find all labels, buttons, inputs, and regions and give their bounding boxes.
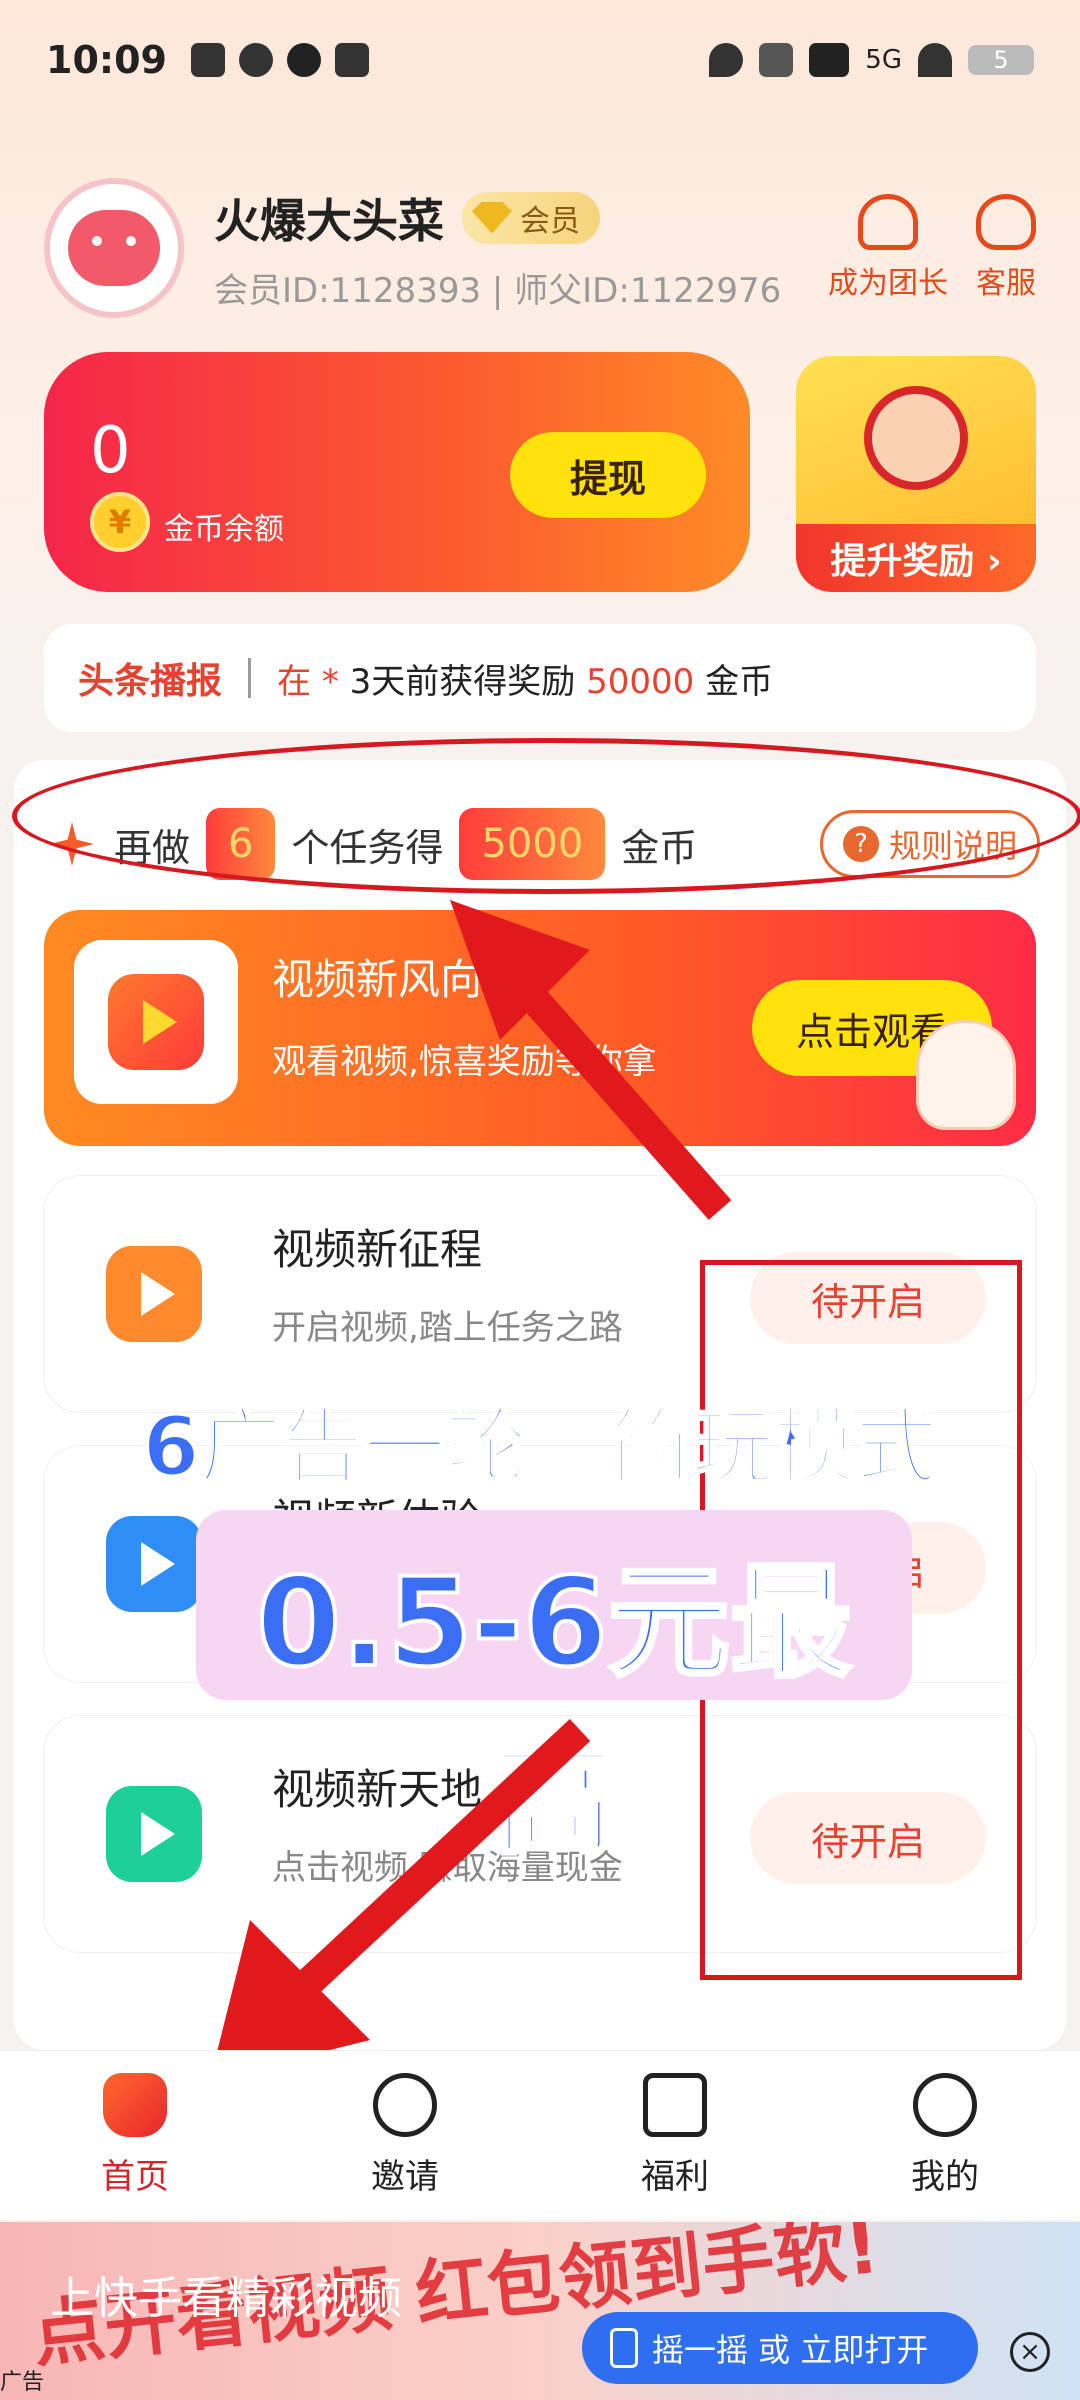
task-subtitle: 开启视频,踏上任务之路 <box>272 1308 623 1348</box>
play-icon <box>106 1246 202 1342</box>
pointing-hand-icon <box>916 1020 1016 1130</box>
overlay-headline: 0.5-6元最高 <box>254 1550 854 1873</box>
featured-task-card[interactable]: 视频新风向 观看视频,惊喜奖励等你拿 点击观看 <box>44 910 1036 1146</box>
god-of-wealth-icon <box>864 386 968 490</box>
network-label: 5G <box>865 45 902 75</box>
nav-welfare-label: 福利 <box>641 2157 709 2197</box>
balance-card: 0 ¥ 金币余额 提现 <box>44 352 750 592</box>
user-ids: 会员ID:1128393 | 师父ID:1122976 <box>214 270 782 311</box>
tiktok-icon <box>334 43 369 77</box>
nav-home-label: 首页 <box>101 2157 169 2197</box>
headset-icon <box>976 194 1036 250</box>
ticker-suffix: 金币 <box>694 661 774 702</box>
hd-icon <box>809 43 850 77</box>
status-bar: 10:09 5G 5 <box>0 0 1080 120</box>
annotation-ellipse <box>12 738 1080 894</box>
ticker-text: 在 * 3天前获得奖励 50000 金币 <box>277 654 773 703</box>
wallet-icon <box>190 43 225 77</box>
profile-info: 火爆大头菜 会员 会员ID:1128393 | 师父ID:1122976 <box>214 185 781 312</box>
location-icon <box>709 43 744 77</box>
news-ticker[interactable]: 头条播报 在 * 3天前获得奖励 50000 金币 <box>44 624 1036 732</box>
mute-icon <box>759 43 794 77</box>
coin-icon: ¥ <box>90 492 150 552</box>
become-leader-button[interactable]: 成为团长 <box>828 194 948 302</box>
nav-welfare[interactable]: 福利 <box>540 2051 810 2220</box>
ticker-prefix: 在 * <box>277 661 350 702</box>
featured-task-title: 视频新风向 <box>272 955 483 1004</box>
nav-home[interactable]: 首页 <box>0 2051 270 2220</box>
coin-balance-value: 0 <box>90 414 131 488</box>
profile-actions: 成为团长 客服 <box>828 194 1036 302</box>
ad-banner[interactable]: 点开看视频 红包领到手软! 上快手看精彩视频 摇一摇 或 立即打开 × 广告 <box>0 2222 1080 2400</box>
ad-tag: 广告 <box>0 2370 45 2395</box>
ad-title: 上快手看精彩视频 <box>50 2273 402 2324</box>
phone-shake-icon <box>610 2328 638 2368</box>
battery-level: 5 <box>993 46 1009 74</box>
coin-balance-label: 金币余额 <box>164 512 284 547</box>
profile-header: 火爆大头菜 会员 会员ID:1128393 | 师父ID:1122976 成为团… <box>44 178 1036 318</box>
profile-icon <box>913 2073 977 2137</box>
nav-invite-label: 邀请 <box>371 2157 439 2197</box>
featured-task-icon <box>74 940 238 1104</box>
become-leader-label: 成为团长 <box>828 266 948 301</box>
nav-mine-label: 我的 <box>911 2157 979 2197</box>
vip-badge: 会员 <box>462 191 600 244</box>
boost-reward-tile[interactable]: 提升奖励 › <box>796 356 1036 592</box>
vip-label: 会员 <box>520 203 580 239</box>
status-time: 10:09 <box>46 38 167 82</box>
wifi-icon <box>918 43 952 77</box>
task-title: 视频新征程 <box>272 1225 483 1274</box>
ticker-title: 头条播报 <box>78 661 223 702</box>
home-icon <box>103 2073 167 2137</box>
play-icon <box>106 1786 202 1882</box>
nav-mine[interactable]: 我的 <box>810 2051 1080 2220</box>
featured-task-subtitle: 观看视频,惊喜奖励等你拿 <box>272 1042 657 1082</box>
bottom-nav: 首页 邀请 福利 我的 <box>0 2050 1080 2220</box>
customer-service-label: 客服 <box>976 266 1036 301</box>
check-icon <box>238 43 273 77</box>
ticker-divider <box>248 658 252 698</box>
user-name: 火爆大头菜 <box>214 193 444 248</box>
diamond-icon <box>472 201 512 234</box>
battery-icon: 5 <box>968 45 1034 75</box>
ad-open-button[interactable]: 摇一摇 或 立即打开 <box>582 2312 978 2384</box>
overlay-caption: 6广告一轮。简玩模式 <box>141 1399 939 1497</box>
play-icon <box>106 1516 202 1612</box>
boost-reward-label: 提升奖励 › <box>796 524 1036 592</box>
ticker-message: 3天前获得奖励 <box>349 661 587 702</box>
close-icon[interactable]: × <box>1010 2332 1050 2372</box>
qq-icon <box>286 43 321 77</box>
profile-name-row: 火爆大头菜 会员 <box>214 185 781 251</box>
play-icon <box>108 974 204 1070</box>
ticker-amount: 50000 <box>586 661 695 702</box>
withdraw-button[interactable]: 提现 <box>510 432 706 518</box>
ad-cta-label: 摇一摇 或 立即打开 <box>652 2331 929 2369</box>
coin-symbol: ¥ <box>108 503 132 541</box>
avatar[interactable] <box>44 178 184 318</box>
invite-icon <box>373 2073 437 2137</box>
team-icon <box>858 194 918 250</box>
nav-invite[interactable]: 邀请 <box>270 2051 540 2220</box>
pig-icon <box>68 210 160 286</box>
gift-icon <box>643 2073 707 2137</box>
customer-service-button[interactable]: 客服 <box>976 194 1036 302</box>
